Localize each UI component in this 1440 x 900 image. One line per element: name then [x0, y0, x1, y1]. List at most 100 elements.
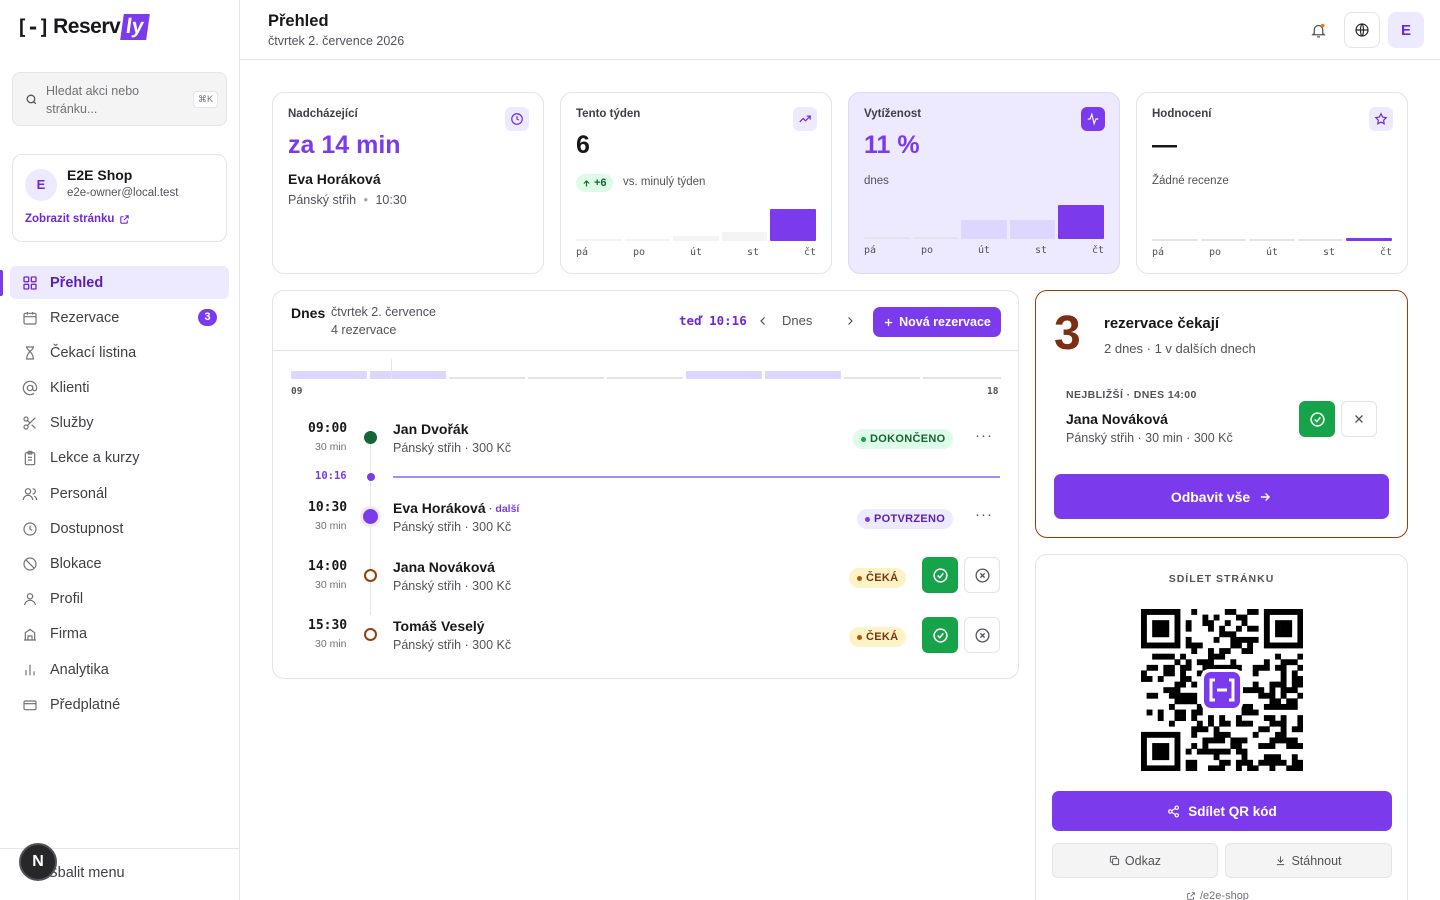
qr-module [1202, 620, 1209, 627]
qr-module [1157, 620, 1164, 627]
row-duration: 30 min [315, 520, 347, 532]
sidebar-item-firma[interactable]: Firma [10, 618, 229, 651]
next-day-button[interactable] [840, 311, 860, 331]
qr-module [1280, 759, 1287, 766]
qr-module [1230, 642, 1237, 649]
qr-module [1163, 653, 1170, 660]
qr-module [1157, 625, 1164, 632]
qr-module [1247, 609, 1254, 615]
clear-all-button[interactable]: Odbavit vše [1054, 474, 1389, 519]
occupancy-label: Vytíženost [864, 108, 922, 120]
sidebar-item-analytika[interactable]: Analytika [10, 653, 229, 686]
qr-module [1280, 631, 1287, 638]
qr-module [1252, 681, 1259, 688]
language-button[interactable] [1344, 12, 1380, 48]
today-button[interactable]: Dnes [782, 313, 812, 328]
qr-module [1141, 765, 1147, 772]
sidebar-item-predplatne[interactable]: Předplatné [10, 688, 229, 721]
prev-day-button[interactable] [753, 311, 773, 331]
qr-module [1224, 620, 1231, 627]
pending-count: 3 [1054, 307, 1081, 360]
reject-button[interactable] [964, 557, 1000, 593]
qr-module [1163, 670, 1170, 677]
at-sign-icon [22, 380, 38, 396]
qr-pattern [1141, 609, 1304, 772]
sidebar-item-sluzby[interactable]: Služby [10, 407, 229, 440]
sidebar-item-blokace[interactable]: Blokace [10, 548, 229, 581]
more-icon[interactable]: ··· [975, 506, 993, 523]
new-reservation-button[interactable]: Nová rezervace [873, 307, 1001, 337]
notifications-button[interactable] [1300, 12, 1336, 48]
qr-module [1297, 676, 1304, 682]
upcoming-time: 10:30 [375, 193, 407, 207]
wallet-icon [23, 700, 37, 711]
qr-module [1163, 748, 1170, 755]
week-days: pá po út st čt [576, 247, 816, 258]
confirm-button[interactable] [922, 617, 958, 653]
qr-module [1219, 765, 1226, 772]
week-bars [576, 203, 816, 241]
more-icon[interactable]: ··· [975, 427, 993, 444]
qr-module [1230, 659, 1237, 666]
sidebar-item-profil[interactable]: Profil [10, 583, 229, 616]
download-button[interactable]: Stáhnout [1225, 843, 1392, 878]
week-label: Tento týden [576, 108, 641, 120]
qr-module [1280, 703, 1287, 710]
reject-nearest-button[interactable] [1341, 401, 1377, 437]
bar [673, 236, 719, 241]
rating-note: Žádné recenze [1152, 175, 1229, 187]
topbar: Přehled čtvrtek 2. července 2026 E [240, 0, 1440, 60]
qr-module [1152, 692, 1159, 699]
qr-module [1191, 765, 1198, 772]
schedule-count: 4 rezervace [331, 323, 397, 337]
floating-n-button[interactable]: N [19, 843, 57, 881]
bar [1058, 205, 1104, 239]
qr-module [1185, 636, 1192, 643]
row-client: Jan Dvořák [393, 421, 469, 437]
qr-module [1174, 698, 1181, 705]
qr-module [1286, 743, 1293, 749]
sidebar-item-label: Předplatné [50, 696, 121, 713]
status-dot [364, 628, 377, 641]
qr-module [1174, 709, 1181, 716]
confirm-button[interactable] [922, 557, 958, 593]
logo[interactable]: [-] Reserv ly [16, 14, 150, 40]
copy-icon [1109, 855, 1120, 866]
row-time: 15:30 [308, 618, 348, 633]
qr-module [1263, 726, 1270, 733]
qr-module [1219, 748, 1226, 755]
user-avatar[interactable]: E [1388, 12, 1424, 48]
reject-button[interactable] [964, 617, 1000, 653]
qr-module [1241, 748, 1248, 755]
qr-module [1191, 731, 1198, 738]
row-duration: 30 min [315, 441, 347, 453]
qr-module [1263, 664, 1270, 671]
day-label: st [1322, 247, 1335, 258]
confirm-nearest-button[interactable] [1299, 401, 1335, 437]
sidebar-item-dostupnost[interactable]: Dostupnost [10, 512, 229, 545]
qr-module [1241, 620, 1248, 627]
qr-module [1163, 743, 1170, 749]
share-title: SDÍLET STRÁNKU [1168, 573, 1275, 585]
timeline-start: 09 [291, 386, 303, 397]
qr-module [1291, 687, 1298, 694]
sidebar-item-prehled[interactable]: Přehled [10, 266, 229, 299]
sidebar-item-rezervace[interactable]: Rezervace 3 [10, 301, 229, 334]
qr-module [1263, 759, 1270, 766]
sidebar-item-personal[interactable]: Personál [10, 477, 229, 510]
sidebar-item-klienti[interactable]: Klienti [10, 372, 229, 405]
qr-module [1191, 698, 1198, 705]
qr-module [1208, 720, 1214, 727]
copy-link-button[interactable]: Odkaz [1052, 843, 1218, 878]
qr-module [1224, 648, 1231, 654]
qr-module [1168, 664, 1175, 671]
search-input[interactable]: Hledat akci nebo stránku... ⌘K [12, 72, 227, 126]
qr-module [1263, 692, 1270, 699]
share-qr-button[interactable]: Sdílet QR kód [1052, 791, 1392, 831]
sidebar-item-label: Dostupnost [50, 520, 124, 537]
qr-module [1157, 765, 1164, 772]
sidebar-item-lekce[interactable]: Lekce a kurzy [10, 442, 229, 475]
sidebar-item-cekaci-listina[interactable]: Čekací listina [10, 336, 229, 369]
public-url[interactable]: /e2e-shop [1186, 890, 1249, 900]
view-page-link[interactable]: Zobrazit stránku [25, 213, 130, 225]
